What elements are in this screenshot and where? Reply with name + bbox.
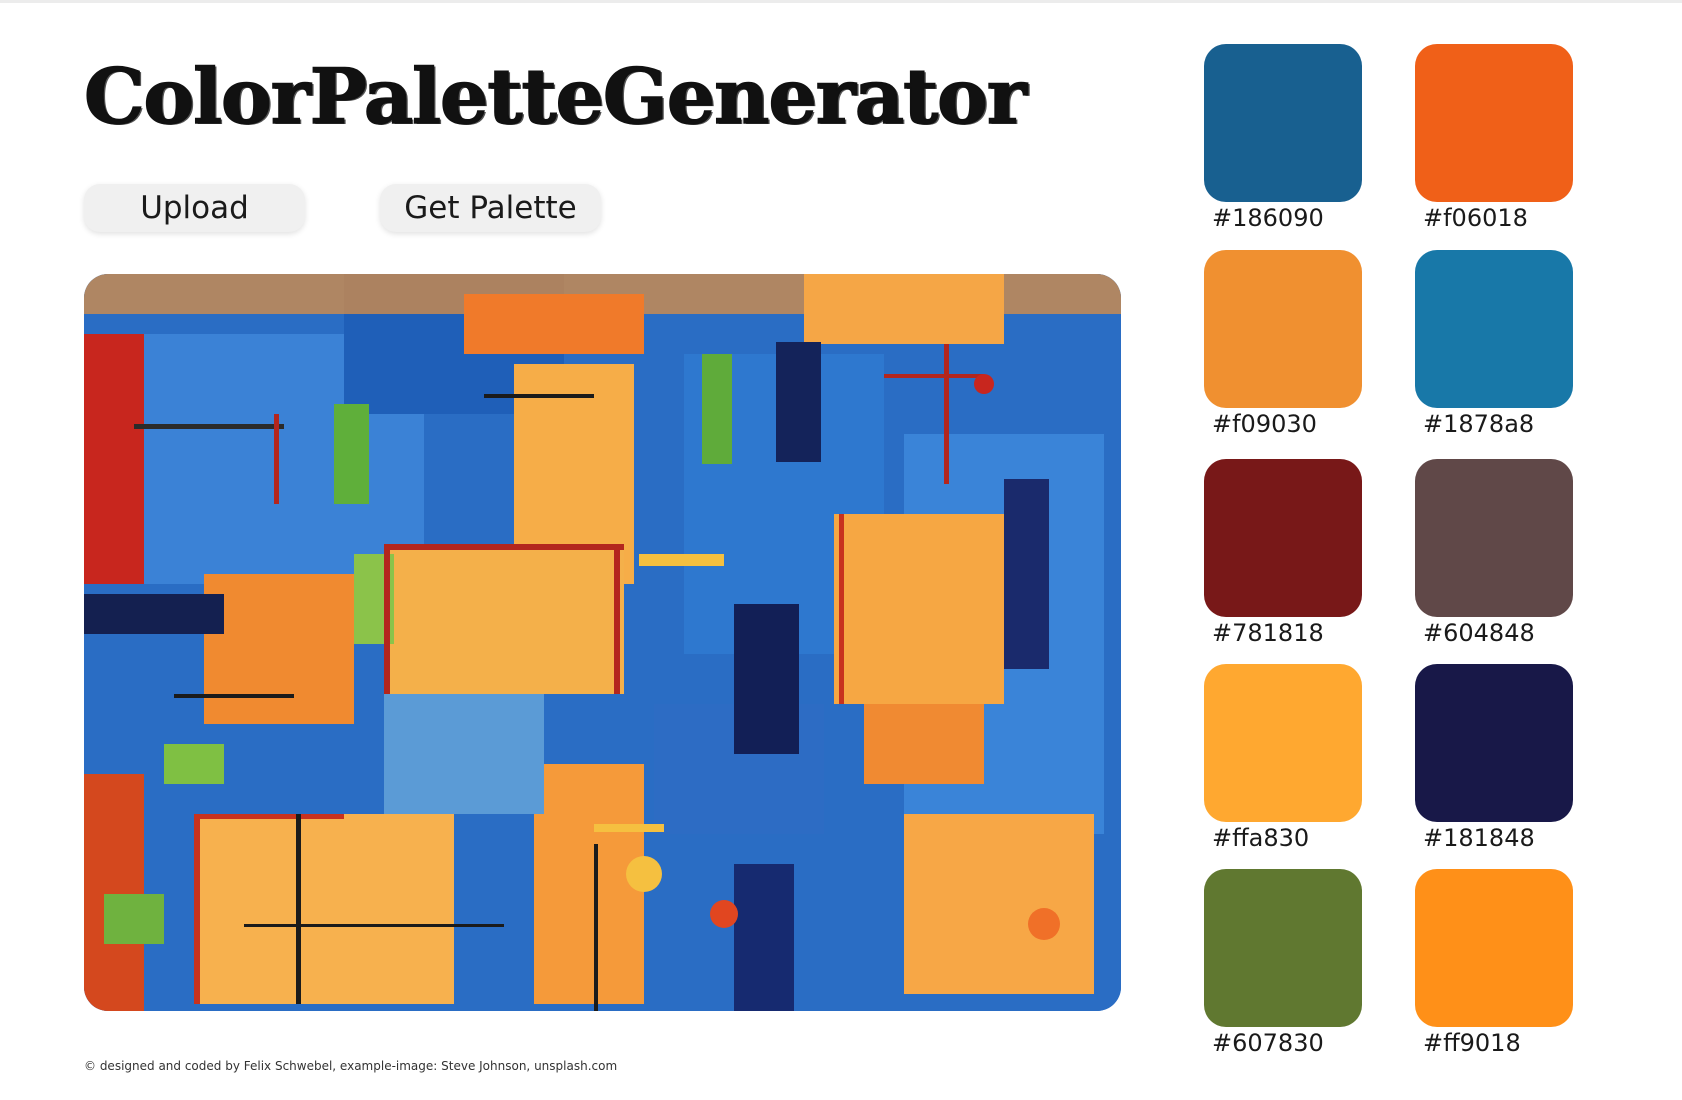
color-swatch[interactable] (1204, 250, 1362, 408)
palette-item[interactable]: #ff9018 (1415, 869, 1573, 1057)
footer-credit: © designed and coded by Felix Schwebel, … (84, 1059, 618, 1073)
color-swatch[interactable] (1415, 664, 1573, 822)
hex-label: #ff9018 (1423, 1029, 1521, 1057)
hex-label: #ffa830 (1212, 824, 1310, 852)
hex-label: #186090 (1212, 204, 1324, 232)
color-swatch[interactable] (1415, 869, 1573, 1027)
palette-item[interactable]: #604848 (1415, 459, 1573, 647)
palette-item[interactable]: #1878a8 (1415, 250, 1573, 438)
app-page: ColorPaletteGenerator Upload Get Palette (0, 0, 1682, 1100)
palette-item[interactable]: #f06018 (1415, 44, 1573, 232)
hex-label: #f06018 (1423, 204, 1528, 232)
color-swatch[interactable] (1204, 459, 1362, 617)
uploaded-image (84, 274, 1121, 1011)
hex-label: #f09030 (1212, 410, 1317, 438)
color-swatch[interactable] (1204, 44, 1362, 202)
hex-label: #1878a8 (1423, 410, 1535, 438)
palette-item[interactable]: #186090 (1204, 44, 1362, 232)
palette-item[interactable]: #781818 (1204, 459, 1362, 647)
color-swatch[interactable] (1415, 250, 1573, 408)
hex-label: #781818 (1212, 619, 1324, 647)
color-swatch[interactable] (1415, 459, 1573, 617)
hex-label: #181848 (1423, 824, 1535, 852)
hex-label: #607830 (1212, 1029, 1324, 1057)
color-swatch[interactable] (1204, 869, 1362, 1027)
top-divider (0, 0, 1682, 3)
palette-item[interactable]: #f09030 (1204, 250, 1362, 438)
get-palette-button[interactable]: Get Palette (380, 184, 601, 232)
upload-button[interactable]: Upload (84, 184, 305, 232)
color-swatch[interactable] (1415, 44, 1573, 202)
palette-item[interactable]: #607830 (1204, 869, 1362, 1057)
hex-label: #604848 (1423, 619, 1535, 647)
app-title: ColorPaletteGenerator (83, 51, 1027, 142)
palette-item[interactable]: #ffa830 (1204, 664, 1362, 852)
palette-item[interactable]: #181848 (1415, 664, 1573, 852)
color-swatch[interactable] (1204, 664, 1362, 822)
abstract-painting-image (84, 274, 1121, 1011)
